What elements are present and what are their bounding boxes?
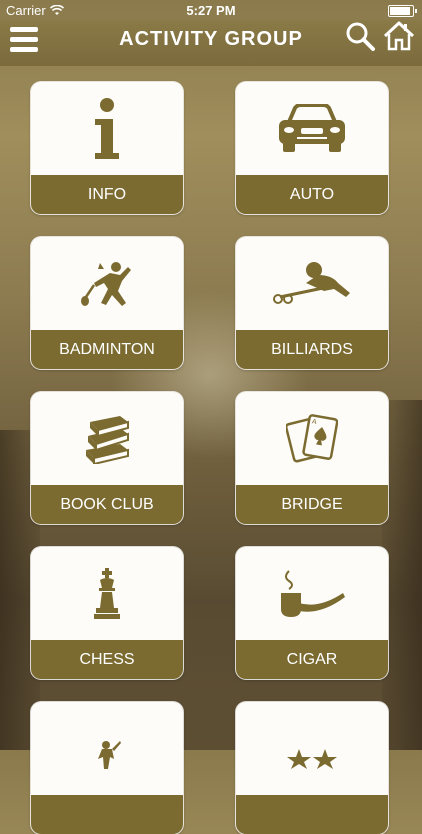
tile-label: BILLIARDS <box>236 330 388 369</box>
stars-icon <box>236 702 388 795</box>
badminton-icon <box>31 237 183 330</box>
books-icon <box>31 392 183 485</box>
tile-label: INFO <box>31 175 183 214</box>
tile-billiards[interactable]: BILLIARDS <box>236 237 388 369</box>
tile-label: CIGAR <box>236 640 388 679</box>
tile-info[interactable]: INFO <box>31 82 183 214</box>
tile-label: BADMINTON <box>31 330 183 369</box>
tile-badminton[interactable]: BADMINTON <box>31 237 183 369</box>
tile-cigar[interactable]: CIGAR <box>236 547 388 679</box>
tile-bridge[interactable]: A BRIDGE <box>236 392 388 524</box>
info-icon <box>31 82 183 175</box>
search-icon <box>346 22 375 51</box>
tile-label: AUTO <box>236 175 388 214</box>
search-button[interactable] <box>344 20 376 52</box>
nav-bar: ACTIVITY GROUP <box>0 20 422 66</box>
chess-king-icon <box>31 547 183 640</box>
car-icon <box>236 82 388 175</box>
playing-cards-icon: A <box>236 392 388 485</box>
billiards-icon <box>236 237 388 330</box>
tile-label: BOOK CLUB <box>31 485 183 524</box>
tile-book-club[interactable]: BOOK CLUB <box>31 392 183 524</box>
tile-label: BRIDGE <box>236 485 388 524</box>
tile-label: CHESS <box>31 640 183 679</box>
tile-auto[interactable]: AUTO <box>236 82 388 214</box>
tile-chess[interactable]: CHESS <box>31 547 183 679</box>
tile-stars[interactable] <box>236 702 388 834</box>
status-time: 5:27 PM <box>186 3 236 18</box>
home-icon <box>383 21 415 51</box>
home-button[interactable] <box>383 20 415 52</box>
status-bar: Carrier 5:27 PM <box>0 0 422 20</box>
statue-icon <box>31 702 183 795</box>
tile-label <box>236 795 388 834</box>
pipe-icon <box>236 547 388 640</box>
tile-label <box>31 795 183 834</box>
tile-statue[interactable] <box>31 702 183 834</box>
battery-icon <box>388 5 417 17</box>
